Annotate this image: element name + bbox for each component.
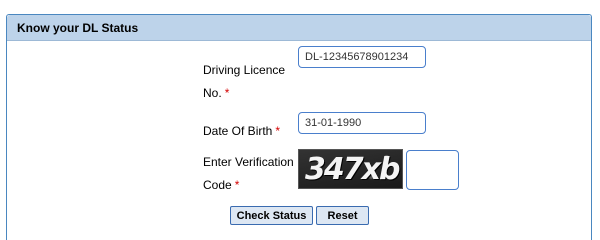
dl-label-text-2: No. [203, 86, 222, 100]
dl-label-text: Driving Licence [203, 63, 286, 77]
required-mark: * [224, 86, 230, 100]
dl-label-line2: No. * [203, 81, 229, 106]
captcha-label-text: Enter Verification [203, 155, 294, 169]
dob-input[interactable] [298, 112, 426, 134]
required-mark: * [234, 178, 240, 192]
captcha-image: 347xb [298, 149, 403, 189]
captcha-label-text-2: Code [203, 178, 232, 192]
captcha-text: 347xb [305, 152, 400, 187]
dob-label-text: Date Of Birth [203, 124, 273, 138]
check-status-button[interactable]: Check Status [230, 206, 313, 225]
captcha-input[interactable] [406, 150, 459, 190]
panel-title: Know your DL Status [7, 15, 591, 41]
required-mark: * [275, 124, 281, 138]
dl-number-input[interactable] [298, 46, 426, 68]
dob-label: Date Of Birth * [203, 119, 280, 144]
dl-label: Driving Licence [203, 58, 285, 83]
reset-button[interactable]: Reset [316, 206, 369, 225]
captcha-label: Enter Verification [203, 150, 294, 175]
captcha-label-line2: Code * [203, 173, 239, 198]
